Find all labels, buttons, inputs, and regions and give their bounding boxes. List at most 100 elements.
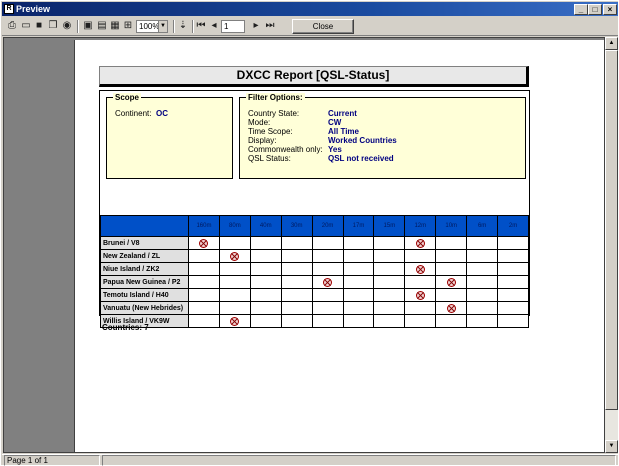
filter-value: Current	[328, 109, 357, 118]
preview-viewport[interactable]: DXCC Report [QSL-Status] Scope Continent…	[3, 37, 605, 453]
page-single-icon[interactable]: ▣	[82, 20, 94, 32]
table-row: Vanuatu (New Hebrides)	[100, 301, 529, 315]
band-cell	[342, 301, 375, 315]
band-cell	[497, 314, 529, 328]
title-bar: R Preview _ □ ×	[2, 2, 618, 16]
band-header-160m: 160m	[188, 215, 220, 237]
filter-label: QSL Status:	[248, 154, 291, 163]
band-header-6m: 6m	[466, 215, 499, 237]
band-cell	[497, 262, 529, 276]
band-cell	[188, 288, 220, 302]
band-cell	[342, 288, 375, 302]
band-cell	[435, 236, 468, 250]
toolbar-separator	[173, 20, 175, 33]
band-cell	[249, 301, 282, 315]
band-cell	[373, 288, 406, 302]
band-cell	[435, 301, 468, 315]
qsl-missing-icon	[199, 238, 209, 248]
find-icon[interactable]: ◉	[61, 20, 73, 32]
band-cell	[435, 262, 468, 276]
band-cell	[280, 249, 313, 263]
qsl-missing-icon	[415, 290, 425, 300]
band-cell	[404, 314, 437, 328]
band-cell	[218, 236, 251, 250]
band-cell	[188, 236, 220, 250]
band-cell	[497, 288, 529, 302]
band-cell	[249, 249, 282, 263]
band-cell	[249, 314, 282, 328]
table-row: Niue Island / ZK2	[100, 262, 529, 276]
band-cell	[342, 236, 375, 250]
band-cell	[342, 249, 375, 263]
zoom-value: 100%	[139, 22, 160, 31]
close-button[interactable]: Close	[292, 19, 354, 34]
band-cell	[404, 249, 437, 263]
table-row: Willis Island / VK9W	[100, 314, 529, 328]
filter-heading: Filter Options:	[246, 93, 305, 102]
band-cell	[497, 301, 529, 315]
table-row: New Zealand / ZL	[100, 249, 529, 263]
band-cell	[466, 275, 499, 289]
band-header-40m: 40m	[249, 215, 282, 237]
filter-value: CW	[328, 118, 342, 127]
band-cell	[311, 288, 344, 302]
copy-icon[interactable]: ❐	[47, 20, 59, 32]
band-cell	[466, 301, 499, 315]
band-cell	[497, 249, 529, 263]
band-cell	[218, 314, 251, 328]
filter-label: Display:	[248, 136, 277, 145]
scroll-thumb[interactable]	[605, 50, 618, 410]
status-page-text: Page 1 of 1	[4, 455, 100, 466]
band-cell	[373, 301, 406, 315]
band-cell	[280, 301, 313, 315]
band-header-20m: 20m	[311, 215, 344, 237]
open-icon[interactable]: ▭	[20, 20, 32, 32]
band-header-80m: 80m	[218, 215, 251, 237]
band-cell	[404, 236, 437, 250]
band-cell	[188, 314, 220, 328]
band-cell	[311, 275, 344, 289]
band-header-12m: 12m	[404, 215, 437, 237]
scroll-up-icon[interactable]: ▲	[605, 37, 618, 50]
filter-label: Country State:	[248, 109, 300, 118]
maximize-button[interactable]: □	[588, 4, 602, 15]
page-multi-icon[interactable]: ▦	[109, 20, 121, 32]
close-window-button[interactable]: ×	[603, 4, 617, 15]
scroll-down-icon[interactable]: ▼	[605, 440, 618, 453]
zoom-out-icon[interactable]: ⇣	[177, 20, 189, 32]
app-icon: R	[4, 4, 14, 14]
continent-value: OC	[156, 109, 168, 118]
last-page-icon[interactable]: ⏭	[264, 20, 276, 32]
band-cell	[466, 288, 499, 302]
band-header-17m: 17m	[342, 215, 375, 237]
page-width-icon[interactable]: ▤	[96, 20, 108, 32]
band-cell	[249, 275, 282, 289]
band-cell	[497, 275, 529, 289]
prev-page-icon[interactable]: ◂	[208, 20, 220, 32]
band-cell	[311, 314, 344, 328]
qsl-missing-icon	[230, 251, 240, 261]
print-icon[interactable]: ⎙	[6, 20, 18, 32]
vertical-scrollbar[interactable]: ▲ ▼	[605, 37, 618, 453]
first-page-icon[interactable]: ⏮	[195, 20, 207, 32]
band-header-30m: 30m	[280, 215, 313, 237]
save-icon[interactable]: ■	[33, 20, 45, 32]
filter-value: Yes	[328, 145, 342, 154]
band-cell	[373, 249, 406, 263]
next-page-icon[interactable]: ▸	[250, 20, 262, 32]
countries-total: Countries: 7	[102, 323, 149, 332]
band-cell	[311, 249, 344, 263]
minimize-button[interactable]: _	[574, 4, 588, 15]
continent-label: Continent:	[115, 109, 152, 118]
band-header-row: 160m 80m 40m 30m 20m 17m 15m 12m 10m 6m 2m	[100, 215, 529, 237]
band-cell	[435, 288, 468, 302]
band-cell	[280, 236, 313, 250]
country-cell: Vanuatu (New Hebrides)	[100, 301, 189, 315]
report-title: DXCC Report [QSL-Status]	[99, 66, 529, 87]
fit-icon[interactable]: ⊞	[122, 20, 134, 32]
page-number-input[interactable]: 1	[221, 20, 245, 33]
band-cell	[188, 275, 220, 289]
zoom-select[interactable]: 100% ▼	[136, 20, 168, 33]
band-cell	[311, 236, 344, 250]
zoom-dropdown-icon[interactable]: ▼	[158, 21, 167, 32]
